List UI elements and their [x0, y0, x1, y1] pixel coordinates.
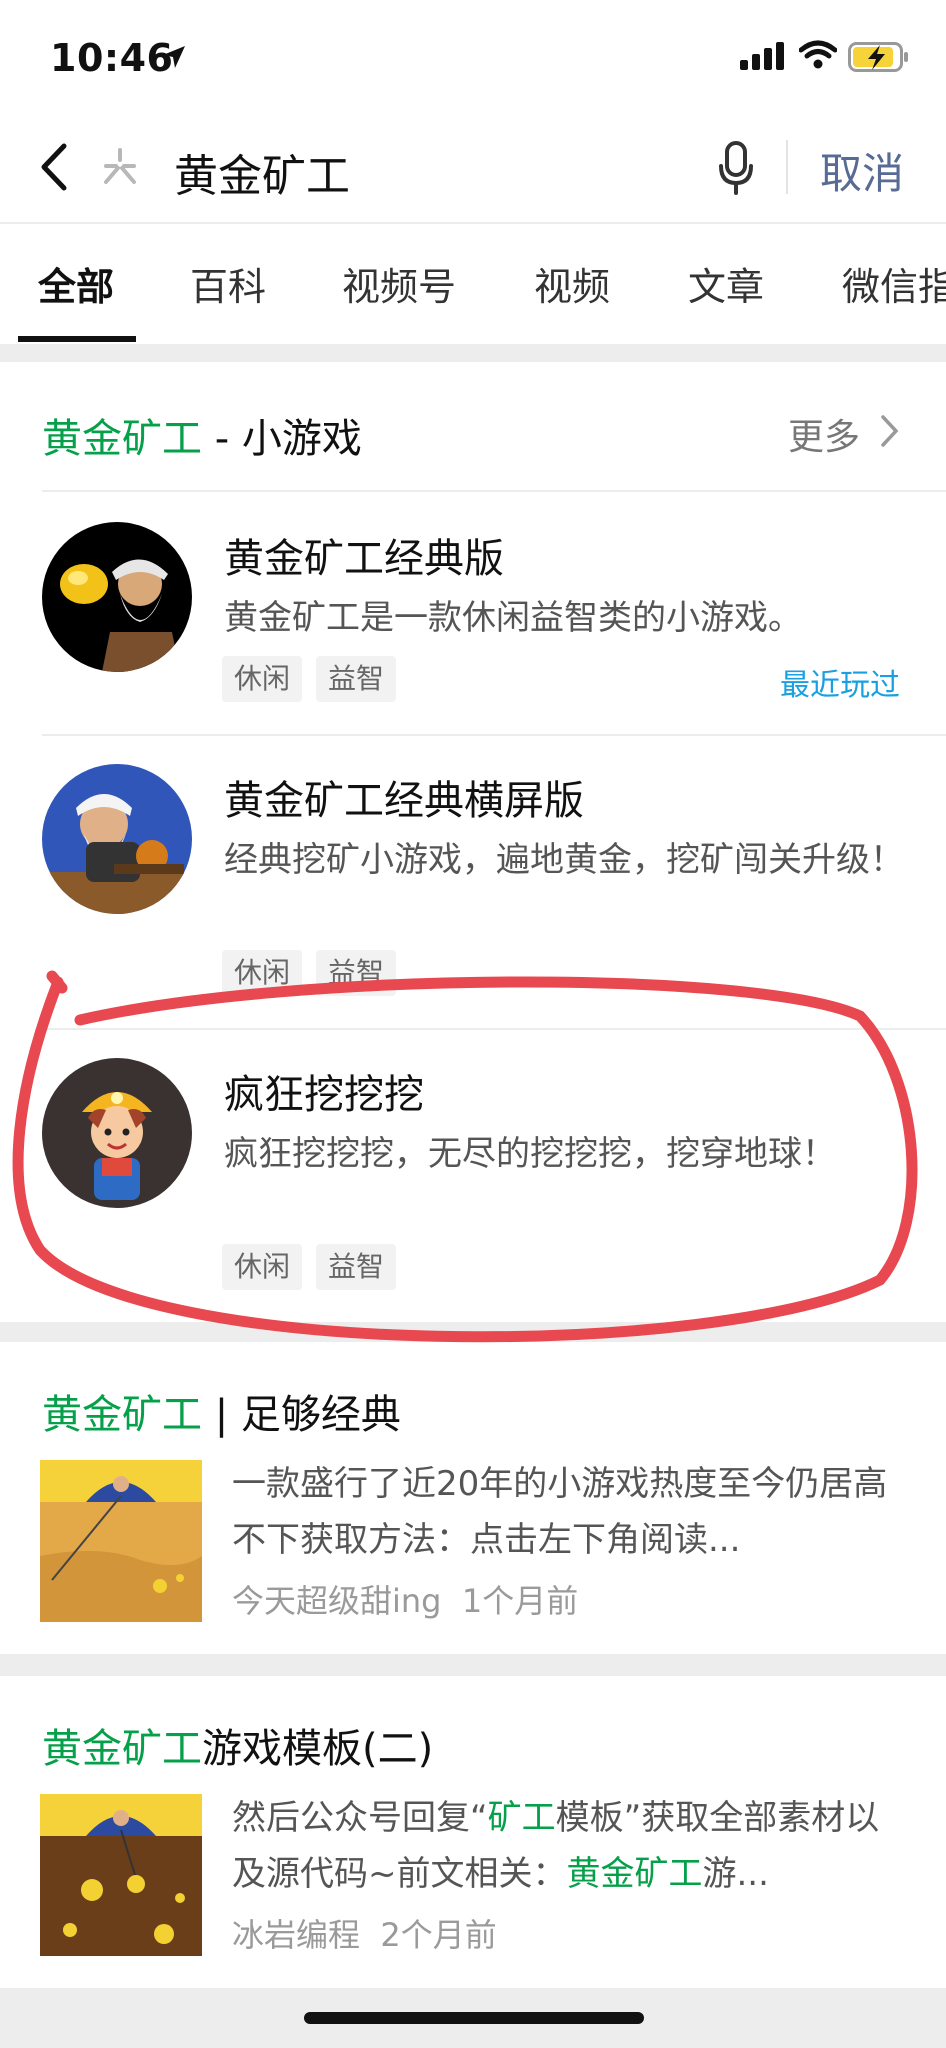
tab-encyclopedia[interactable]: 百科 — [190, 256, 266, 311]
top-area: 10:46 黄金矿工 取消 全部 百科 视频号 视频 文章 微信指 — [0, 0, 946, 344]
article-time: 1个月前 — [461, 1582, 579, 1620]
battery-charging-icon — [848, 42, 908, 72]
game-name[interactable]: 黄金矿工经典横屏版 — [224, 768, 584, 826]
title-rest: | 足够经典 — [202, 1392, 401, 1438]
article-source[interactable]: 今天超级甜ing — [232, 1582, 442, 1620]
desc-part: 游... — [702, 1854, 769, 1894]
article-card[interactable]: 黄金矿工游戏模板(二) 然后公众号回复“矿工模板”获取全部素材以及源代码~前文相… — [0, 1676, 946, 1988]
status-time: 10:46 — [50, 36, 174, 80]
search-engine-icon — [104, 148, 136, 184]
gold-miner-landscape-icon[interactable] — [42, 764, 192, 914]
microphone-icon[interactable] — [718, 140, 754, 196]
tab-channels[interactable]: 视频号 — [342, 256, 456, 311]
title-highlight: 黄金矿工 — [42, 1726, 202, 1772]
article-time: 2个月前 — [380, 1916, 497, 1954]
title-highlight: 黄金矿工 — [42, 1392, 202, 1438]
article-title[interactable]: 黄金矿工 | 足够经典 — [42, 1382, 401, 1440]
divider — [42, 734, 946, 736]
tab-wechat-index[interactable]: 微信指 — [842, 256, 946, 311]
title-highlight: 黄金矿工 — [42, 416, 202, 462]
tag: 休闲 — [222, 656, 303, 702]
desc-highlight: 黄金矿工 — [566, 1854, 703, 1894]
article-title[interactable]: 黄金矿工游戏模板(二) — [42, 1716, 433, 1774]
tab-videos[interactable]: 视频 — [534, 256, 610, 311]
red-annotation-circle — [12, 970, 918, 1343]
desc-highlight: 矿工 — [487, 1798, 556, 1838]
game-name[interactable]: 黄金矿工经典版 — [224, 526, 504, 584]
desc-part: 然后公众号回复“ — [232, 1798, 488, 1838]
article-meta: 今天超级甜ing 1个月前 — [232, 1576, 578, 1622]
article-card[interactable]: 黄金矿工 | 足够经典 一款盛行了近20年的小游戏热度至今仍居高不下获取方法：点… — [0, 1342, 946, 1654]
home-indicator[interactable] — [304, 2012, 644, 2024]
back-chevron-icon[interactable] — [38, 142, 70, 192]
article-desc: 然后公众号回复“矿工模板”获取全部素材以及源代码~前文相关：黄金矿工游... — [232, 1790, 912, 1902]
search-input[interactable]: 黄金矿工 — [174, 140, 350, 204]
article-meta: 冰岩编程 2个月前 — [232, 1910, 497, 1956]
article-thumbnail[interactable] — [40, 1794, 202, 1956]
article-source[interactable]: 冰岩编程 — [232, 1916, 360, 1954]
chevron-right-icon[interactable] — [880, 414, 900, 448]
title-rest: 游戏模板(二) — [202, 1726, 434, 1772]
more-link[interactable]: 更多 — [788, 408, 860, 460]
tab-all[interactable]: 全部 — [38, 256, 114, 311]
header-divider — [0, 222, 946, 224]
article-thumbnail[interactable] — [40, 1460, 202, 1622]
title-rest: - 小游戏 — [202, 416, 362, 462]
tag: 益智 — [316, 656, 397, 702]
search-divider — [786, 140, 788, 194]
active-tab-indicator — [18, 336, 136, 342]
gold-miner-classic-icon[interactable] — [42, 522, 192, 672]
cellular-signal-icon — [740, 42, 784, 70]
cancel-button[interactable]: 取消 — [820, 140, 904, 201]
wifi-icon — [799, 40, 837, 69]
location-arrow-icon — [163, 46, 185, 68]
article-desc: 一款盛行了近20年的小游戏热度至今仍居高不下获取方法：点击左下角阅读... — [232, 1464, 888, 1560]
recently-played-label: 最近玩过 — [780, 668, 900, 703]
game-desc: 黄金矿工是一款休闲益智类的小游戏。 — [224, 598, 802, 638]
divider — [42, 490, 946, 492]
tab-articles[interactable]: 文章 — [688, 256, 764, 311]
game-desc: 经典挖矿小游戏，遍地黄金，挖矿闯关升级！ — [224, 840, 904, 880]
section-title: 黄金矿工 - 小游戏 — [42, 406, 362, 464]
